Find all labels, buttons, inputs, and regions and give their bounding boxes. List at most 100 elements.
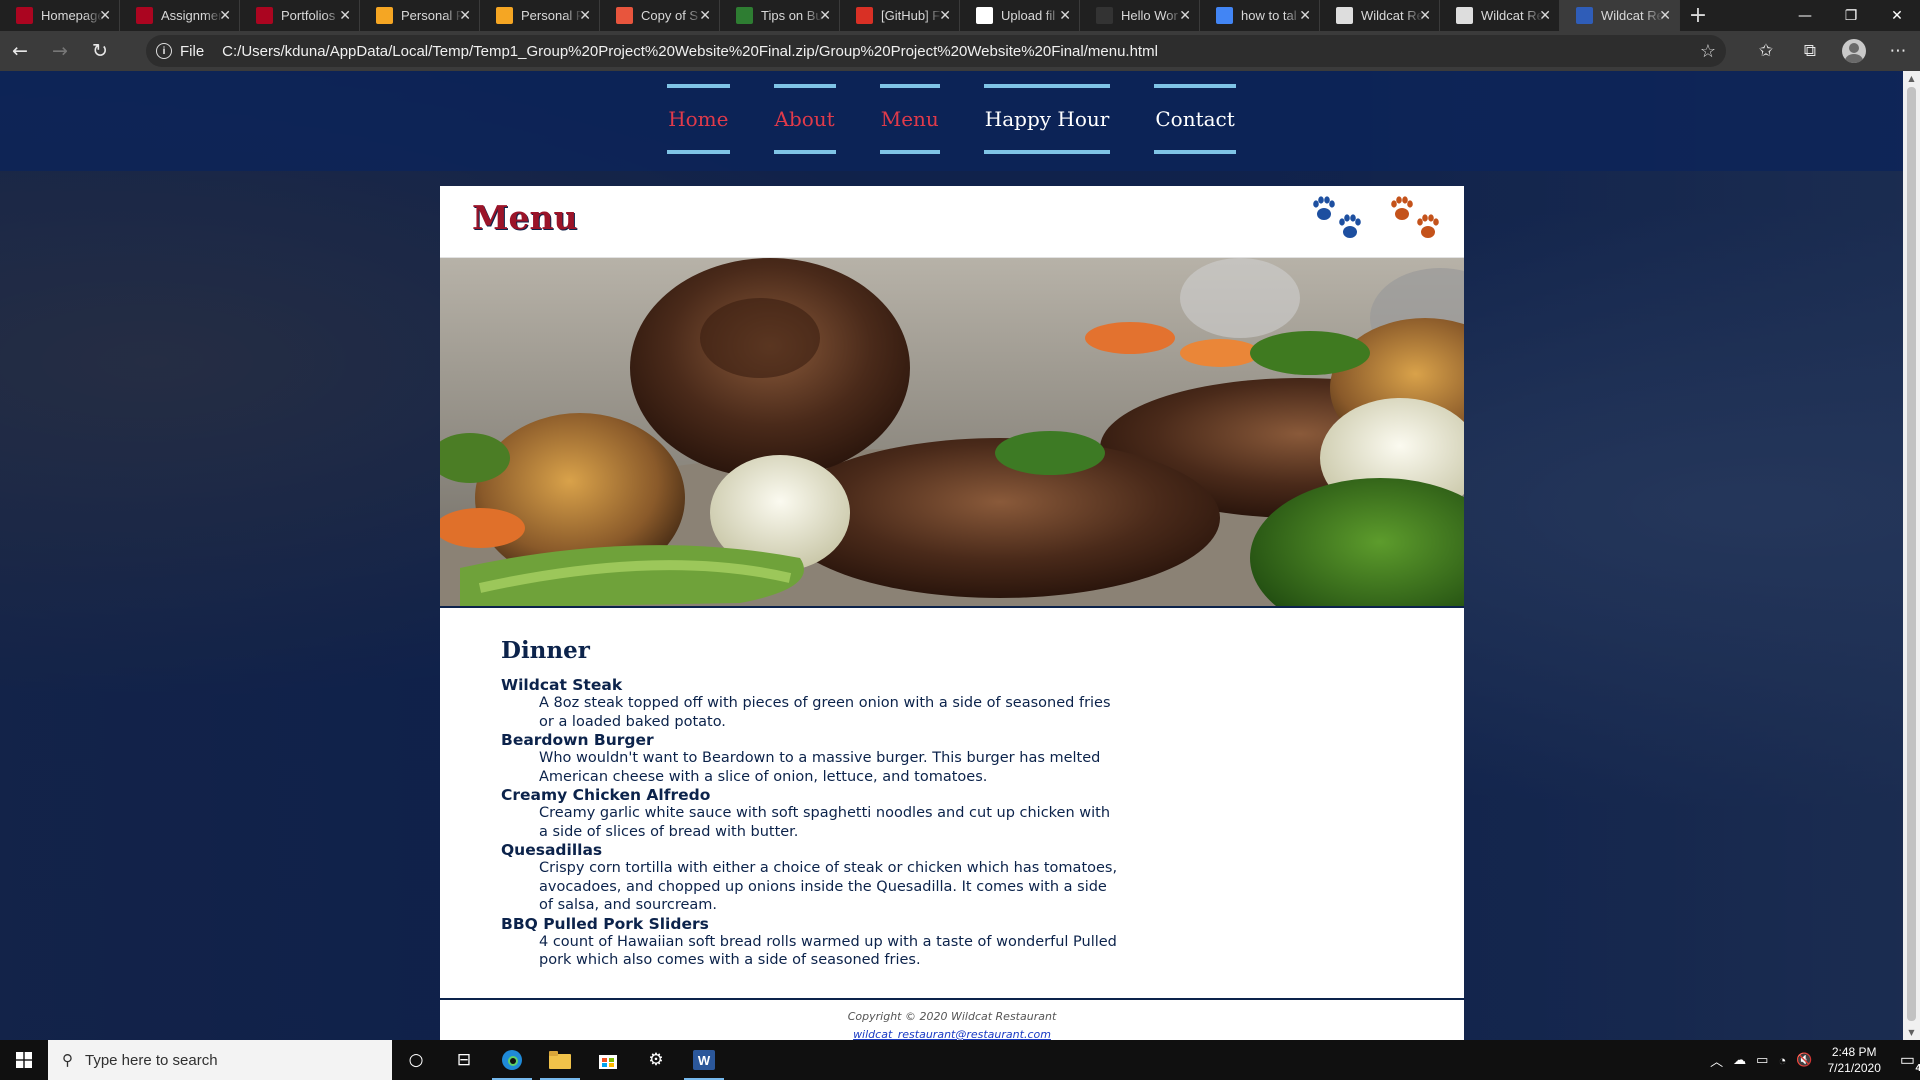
close-tab-icon[interactable]: ✕ (1539, 7, 1551, 24)
browser-tab[interactable]: Wildcat Re ✕ (1560, 0, 1680, 31)
browser-tab[interactable]: Wildcat Re ✕ (1440, 0, 1560, 31)
browser-tab[interactable]: Wildcat Re ✕ (1320, 0, 1440, 31)
settings-gear-icon[interactable]: ⚙ (632, 1040, 680, 1080)
task-view-icon[interactable]: ⊟ (440, 1040, 488, 1080)
nav-link-home[interactable]: Home (667, 84, 730, 154)
browser-tab[interactable]: Hello Wor ✕ (1080, 0, 1200, 31)
notifications-icon[interactable]: ▭ 4 (1900, 1050, 1920, 1074)
browser-tab[interactable]: [GitHub] F ✕ (840, 0, 960, 31)
browser-toolbar: ← → ↻ i File C:/Users/kduna/AppData/Loca… (0, 31, 1920, 71)
show-hidden-icons-chevron-icon[interactable]: ︿ (1710, 1051, 1723, 1070)
email-link[interactable]: wildcat_restaurant@restaurant.com (853, 1028, 1051, 1040)
info-icon[interactable]: i (156, 43, 172, 59)
cortana-icon[interactable]: ○ (392, 1040, 440, 1080)
url-text[interactable]: C:/Users/kduna/AppData/Local/Temp/Temp1_… (222, 43, 1158, 60)
restore-button[interactable]: ❐ (1828, 0, 1874, 31)
forward-button[interactable]: → (40, 31, 80, 71)
close-tab-icon[interactable]: ✕ (579, 7, 591, 24)
scroll-up-arrow-icon[interactable]: ▲ (1903, 74, 1920, 83)
dish-description: 4 count of Hawaiian soft bread rolls war… (539, 933, 1117, 969)
browser-tab[interactable]: how to tal ✕ (1200, 0, 1320, 31)
close-tab-icon[interactable]: ✕ (459, 7, 471, 24)
nav-link-about[interactable]: About (773, 84, 836, 154)
browser-tab[interactable]: Tips on Bu ✕ (720, 0, 840, 31)
tab-list: Homepage✕Assignments✕Portfolios✕Personal… (0, 0, 1680, 31)
menu-content: Dinner Wildcat Steak A 8oz steak topped … (501, 637, 1121, 970)
browser-tab[interactable]: Personal F ✕ (360, 0, 480, 31)
tab-title: Assignments (161, 8, 223, 23)
windows-logo-icon (16, 1052, 32, 1068)
tab-title: Tips on Bu (761, 8, 823, 23)
browser-tab[interactable]: Personal F ✕ (480, 0, 600, 31)
taskbar-search-box[interactable]: ⚲ Type here to search (48, 1040, 392, 1080)
scroll-down-arrow-icon[interactable]: ▼ (1903, 1028, 1920, 1037)
address-bar[interactable]: i File C:/Users/kduna/AppData/Local/Temp… (146, 35, 1726, 67)
scroll-thumb[interactable] (1907, 87, 1916, 1021)
browser-tab[interactable]: Copy of S ✕ (600, 0, 720, 31)
favorites-icon[interactable]: ✩ (1744, 41, 1788, 61)
refresh-button[interactable]: ↻ (80, 31, 120, 71)
close-window-button[interactable]: ✕ (1874, 0, 1920, 31)
close-tab-icon[interactable]: ✕ (99, 7, 111, 24)
close-tab-icon[interactable]: ✕ (699, 7, 711, 24)
tab-title: Upload fil (1001, 8, 1056, 23)
edge-browser-icon[interactable] (488, 1040, 536, 1080)
minimize-button[interactable]: — (1782, 0, 1828, 31)
tab-title: Wildcat Re (1481, 8, 1543, 23)
browser-tab[interactable]: Upload fil ✕ (960, 0, 1080, 31)
tab-title: Wildcat Re (1361, 8, 1423, 23)
close-tab-icon[interactable]: ✕ (1299, 7, 1311, 24)
close-tab-icon[interactable]: ✕ (339, 7, 351, 24)
more-options-icon[interactable]: ⋯ (1876, 41, 1920, 61)
lightning-icon (376, 7, 393, 24)
github-icon (976, 7, 993, 24)
close-tab-icon[interactable]: ✕ (219, 7, 231, 24)
battery-icon[interactable]: ▭ (1756, 1052, 1768, 1068)
back-button[interactable]: ← (0, 31, 40, 71)
toolbar-actions: ✩ ⧉ ⋯ (1744, 31, 1920, 71)
onedrive-icon[interactable]: ☁ (1733, 1052, 1746, 1068)
system-clock[interactable]: 2:48 PM 7/21/2020 (1827, 1044, 1880, 1076)
paw-icon (1576, 7, 1593, 24)
nav-link-happy-hour[interactable]: Happy Hour (983, 84, 1111, 154)
portfolio-icon (256, 7, 273, 24)
dollar-icon (736, 7, 753, 24)
page-scrollbar[interactable]: ▲ ▼ (1903, 71, 1920, 1040)
browser-tab[interactable]: Portfolios ✕ (240, 0, 360, 31)
browser-tab-strip: Homepage✕Assignments✕Portfolios✕Personal… (0, 0, 1920, 31)
close-tab-icon[interactable]: ✕ (939, 7, 951, 24)
dish-name: Quesadillas (501, 841, 603, 859)
browser-tab[interactable]: Homepage ✕ (0, 0, 120, 31)
nav-link-menu[interactable]: Menu (879, 84, 940, 154)
collections-icon[interactable]: ⧉ (1788, 41, 1832, 61)
dish-name: Creamy Chicken Alfredo (501, 786, 711, 804)
favorite-star-icon[interactable]: ☆ (1700, 41, 1716, 62)
dish-name: BBQ Pulled Pork Sliders (501, 914, 709, 933)
close-tab-icon[interactable]: ✕ (1419, 7, 1431, 24)
new-tab-button[interactable]: + (1680, 0, 1716, 31)
file-icon (1456, 7, 1473, 24)
browser-tab[interactable]: Assignments✕ (120, 0, 240, 31)
gmail-icon (856, 7, 873, 24)
store-icon[interactable] (584, 1040, 632, 1080)
profile-avatar[interactable] (1842, 39, 1866, 63)
wifi-icon[interactable]: ◔ (1778, 1053, 1786, 1068)
close-tab-icon[interactable]: ✕ (1059, 7, 1071, 24)
file-explorer-icon[interactable] (536, 1040, 584, 1080)
dish-item: Quesadillas Crispy corn tortilla with ei… (501, 841, 1121, 915)
window-controls: — ❐ ✕ (1782, 0, 1920, 31)
word-icon[interactable]: W (680, 1040, 728, 1080)
section-heading: Dinner (501, 637, 590, 664)
nav-link-contact[interactable]: Contact (1154, 84, 1236, 154)
tab-title: Copy of S (641, 8, 699, 23)
close-tab-icon[interactable]: ✕ (1659, 7, 1671, 24)
dish-name: Beardown Burger (501, 731, 654, 749)
tab-title: Personal F (521, 8, 583, 23)
orange-paw-prints-icon (1388, 194, 1452, 250)
dish-description: Crispy corn tortilla with either a choic… (539, 860, 1118, 913)
close-tab-icon[interactable]: ✕ (1179, 7, 1191, 24)
start-button[interactable] (0, 1040, 48, 1080)
volume-muted-icon[interactable]: 🔇 (1796, 1052, 1812, 1068)
windows-taskbar: ⚲ Type here to search ○ ⊟ ⚙ W ︿ ☁ ▭ ◔ 🔇 … (0, 1040, 1920, 1080)
close-tab-icon[interactable]: ✕ (819, 7, 831, 24)
